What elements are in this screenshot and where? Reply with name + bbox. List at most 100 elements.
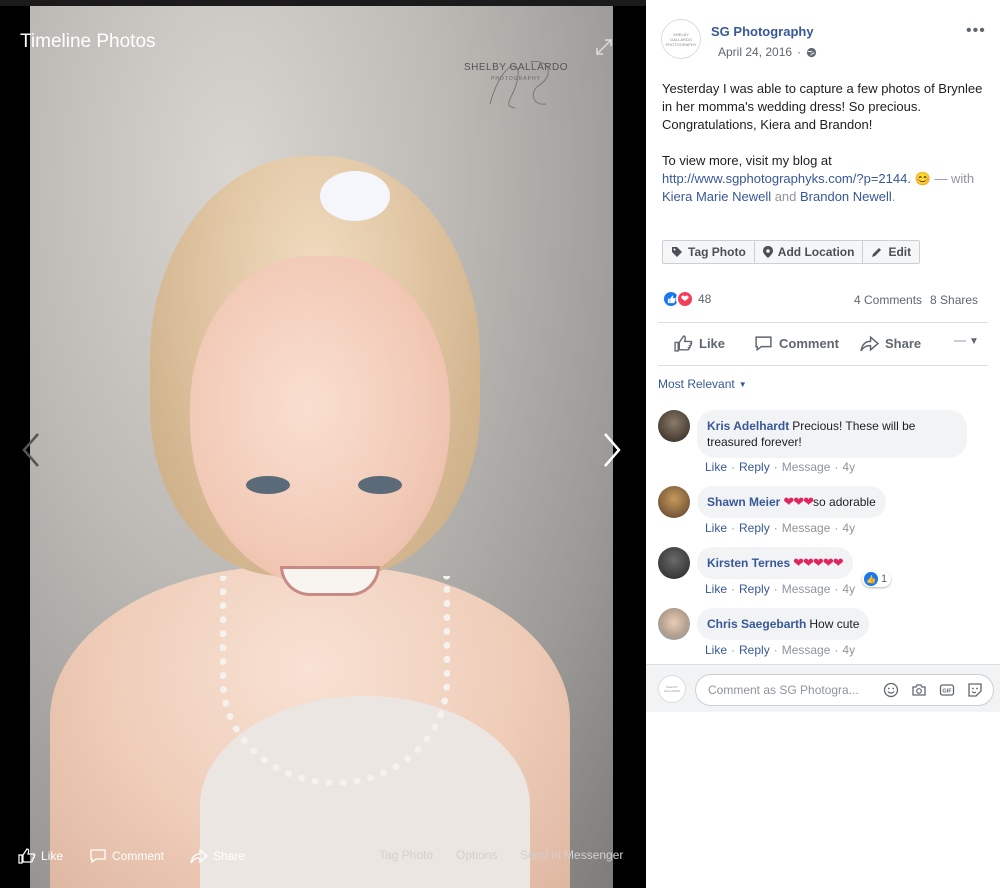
comment-icon — [90, 849, 106, 864]
comment-message-link[interactable]: Message — [782, 643, 831, 657]
comment-reaction-badge[interactable]: 👍 1 — [862, 571, 892, 587]
viewer-send-messenger-link[interactable]: Send in Messenger — [520, 848, 623, 862]
viewer-title: Timeline Photos — [20, 31, 156, 52]
commenter-name[interactable]: Kirsten Ternes — [707, 556, 790, 570]
comment-age[interactable]: 4y — [842, 521, 855, 535]
post-text-paragraph-2: To view more, visit my blog at http://ww… — [662, 152, 986, 206]
tagged-person-2[interactable]: Brandon Newell — [800, 189, 892, 204]
heart-emoji-icons: ❤❤❤❤❤ — [793, 555, 843, 570]
tag-icon — [672, 247, 682, 257]
comment-text: so adorable — [813, 495, 876, 509]
gif-icon[interactable]: GIF — [939, 682, 955, 698]
svg-text:GIF: GIF — [942, 689, 952, 695]
comment-reply-link[interactable]: Reply — [739, 521, 770, 535]
meta-separator: · — [731, 582, 736, 596]
meta-separator: · — [834, 521, 839, 535]
composer-icon-group: GIF — [883, 682, 983, 698]
comment-age[interactable]: 4y — [842, 460, 855, 474]
comment-like-link[interactable]: Like — [705, 582, 727, 596]
photo[interactable] — [30, 6, 613, 888]
tag-photo-button[interactable]: Tag Photo — [663, 241, 755, 263]
comment-age[interactable]: 4y — [842, 582, 855, 596]
comment-button[interactable]: Comment — [754, 335, 839, 352]
meta-separator: · — [773, 643, 778, 657]
sticker-icon[interactable] — [967, 682, 983, 698]
like-button[interactable]: Like — [674, 335, 725, 352]
comment-bubble: Kirsten Ternes ❤❤❤❤❤ — [697, 547, 853, 579]
comment-message-link[interactable]: Message — [782, 460, 831, 474]
commenter-avatar[interactable] — [658, 486, 690, 518]
comment-reply-link[interactable]: Reply — [739, 582, 770, 596]
photo-face — [190, 256, 450, 586]
prev-arrow-icon[interactable] — [16, 430, 46, 470]
reaction-count: 48 — [698, 292, 712, 306]
expand-icon[interactable] — [594, 37, 614, 57]
commenter-name[interactable]: Shawn Meier — [707, 495, 780, 509]
viewer-share-label: Share — [213, 849, 246, 863]
commenter-name[interactable]: Kris Adelhardt — [707, 419, 789, 433]
more-icon[interactable]: ••• — [966, 22, 986, 40]
post-date[interactable]: April 24, 2016 · — [718, 45, 817, 59]
like-label: Like — [699, 336, 726, 351]
commenter-avatar[interactable] — [658, 410, 690, 442]
viewer-comment-label: Comment — [112, 849, 165, 863]
post-text-paragraph-1: Yesterday I was able to capture a few ph… — [662, 81, 983, 132]
comment-reply-link[interactable]: Reply — [739, 643, 770, 657]
meta-separator: · — [731, 521, 736, 535]
viewer-tag-photo-link[interactable]: Tag Photo — [379, 848, 433, 862]
post-date-text: April 24, 2016 — [718, 45, 793, 59]
photo-pearl-necklace — [220, 576, 450, 786]
viewer-action-bar: Like Comment Share Tag Photo Options Sen… — [0, 842, 646, 870]
comment-like-link[interactable]: Like — [705, 460, 727, 474]
comment-age[interactable]: 4y — [842, 643, 855, 657]
post-and-text: and — [771, 189, 801, 204]
globe-icon — [806, 47, 817, 57]
thumbs-up-icon — [18, 848, 36, 864]
photo-eye-right — [358, 476, 402, 494]
chevron-down-icon: ▼ — [969, 336, 979, 347]
share-label: Share — [885, 336, 922, 351]
comment-like-link[interactable]: Like — [705, 521, 727, 535]
comment-meta: Like · Reply · Message · 4y — [705, 643, 855, 657]
shares-count-link[interactable]: 8 Shares — [930, 293, 978, 307]
add-location-button[interactable]: Add Location — [755, 241, 864, 263]
page-name-link[interactable]: SG Photography — [711, 24, 814, 39]
comment-bubble: Shawn Meier ❤❤❤so adorable — [697, 486, 886, 518]
comment-reply-link[interactable]: Reply — [739, 460, 770, 474]
post-period: . — [891, 189, 896, 204]
viewer-share-button[interactable]: Share — [190, 848, 245, 864]
add-location-label: Add Location — [777, 245, 855, 259]
comment-input[interactable]: Comment as SG Photogra... GIF — [695, 674, 994, 706]
comment-message-link[interactable]: Message — [782, 521, 831, 535]
commenter-avatar[interactable] — [658, 547, 690, 579]
sort-label: Most Relevant — [658, 377, 735, 391]
tagged-person-1[interactable]: Kiera Marie Newell — [662, 189, 771, 204]
edit-button[interactable]: Edit — [863, 241, 919, 263]
viewer-comment-button[interactable]: Comment — [89, 848, 164, 864]
comment-message-link[interactable]: Message — [782, 582, 831, 596]
meta-separator: · — [834, 643, 839, 657]
audience-dropdown[interactable]: ▼ — [954, 336, 979, 347]
blog-link[interactable]: http://www.sgphotographyks.com/?p=2144. — [662, 171, 911, 186]
comment-label: Comment — [779, 336, 839, 351]
comment-sort-dropdown[interactable]: Most Relevant ▼ — [658, 377, 747, 391]
pencil-icon — [872, 248, 882, 257]
commenter-name[interactable]: Chris Saegebarth — [707, 617, 806, 631]
post-date-separator: · — [797, 45, 802, 59]
comments-count-link[interactable]: 4 Comments — [854, 293, 922, 307]
watermark-logo: SHELBY GALLARDO PHOTOGRAPHY — [460, 56, 572, 112]
comment-like-link[interactable]: Like — [705, 643, 727, 657]
next-arrow-icon[interactable] — [597, 430, 627, 470]
viewer-like-button[interactable]: Like — [18, 848, 63, 864]
photo-viewer: Timeline Photos SHELBY GALLARDO PHOTOGRA… — [0, 0, 646, 888]
reaction-summary[interactable]: ❤ 48 — [662, 290, 711, 308]
smile-emoji-icon: 😊 — [914, 171, 931, 186]
camera-icon[interactable] — [911, 682, 927, 698]
commenter-avatar[interactable] — [658, 608, 690, 640]
post-text-prefix: To view more, visit my blog at — [662, 153, 832, 168]
viewer-options-link[interactable]: Options — [456, 848, 497, 862]
share-button[interactable]: Share — [860, 335, 921, 352]
watermark-sub: PHOTOGRAPHY — [491, 76, 541, 82]
emoji-icon[interactable] — [883, 682, 899, 698]
page-avatar[interactable]: SHELBY GALLARDO PHOTOGRAPHY — [661, 19, 701, 59]
